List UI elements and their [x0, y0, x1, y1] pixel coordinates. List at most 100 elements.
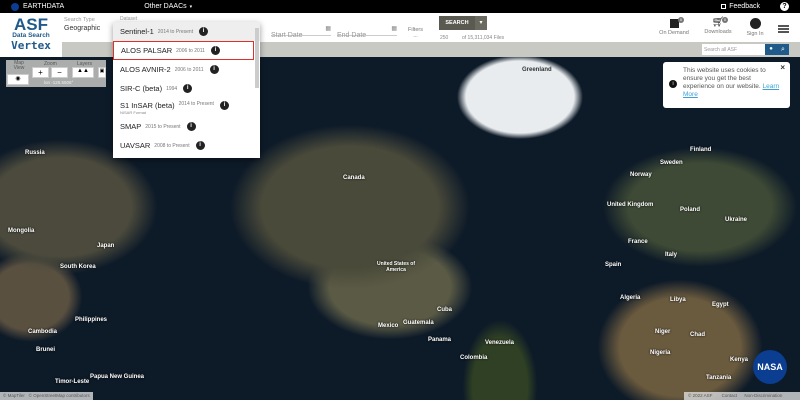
- map-label: Sweden: [660, 160, 683, 166]
- map-label: Egypt: [712, 302, 729, 308]
- nasa-meatball-icon: [11, 2, 19, 11]
- search-options-button[interactable]: ▾: [475, 16, 487, 30]
- non-discrimination-link[interactable]: Non-Discrimination: [744, 393, 782, 398]
- dataset-option-smap[interactable]: SMAP 2015 to Present i: [113, 117, 260, 136]
- dataset-option-alos-palsar[interactable]: ALOS PALSAR 2006 to 2011 i: [113, 41, 254, 60]
- map-label: Tanzania: [706, 375, 732, 381]
- dataset-option-uavsar[interactable]: UAVSAR 2008 to Present i: [113, 136, 260, 155]
- user-icon: [749, 18, 761, 29]
- close-icon[interactable]: ×: [780, 64, 785, 72]
- end-date-placeholder: End Date: [337, 32, 367, 39]
- map-label: Greenland: [522, 67, 552, 73]
- footer-links: © 2022 ASF Contact Non-Discrimination: [684, 392, 800, 400]
- contact-link[interactable]: Contact: [722, 393, 738, 398]
- map-label: Cuba: [437, 307, 452, 313]
- asf-logo[interactable]: ASF Data Search Vertex: [0, 13, 62, 57]
- zoom-in-button[interactable]: +: [32, 67, 49, 78]
- dataset-years: 2006 to 2011: [176, 47, 205, 54]
- cookie-notice: i This website uses cookies to ensure yo…: [663, 62, 790, 108]
- map-label: Venezuela: [485, 340, 515, 346]
- dataset-dropdown[interactable]: Sentinel-1 2014 to Present i ALOS PALSAR 20…: [113, 22, 260, 158]
- map-label: Papua New Guinea: [90, 374, 145, 380]
- calendar-icon[interactable]: ▦: [391, 25, 397, 32]
- sign-in-button[interactable]: Sign In: [742, 17, 768, 37]
- map-label: Timor-Leste: [55, 379, 90, 385]
- search-icon[interactable]: ⌕: [777, 44, 789, 55]
- search-type-select[interactable]: Search Type Geographic: [64, 17, 114, 32]
- file-count: of 15,311,034 Files: [462, 35, 505, 41]
- dataset-years: 2014 to Present: [178, 101, 214, 107]
- info-icon[interactable]: i: [183, 84, 193, 93]
- cart-icon: 🛒︎: [711, 17, 725, 28]
- map-label: Mongolia: [8, 228, 35, 234]
- map-label: Colombia: [460, 355, 488, 361]
- map-label: United States of America: [376, 261, 416, 273]
- map-attribution: © MapTiler © OpenStreetMap contributors: [0, 392, 93, 400]
- hamburger-menu-icon[interactable]: [778, 25, 789, 33]
- end-date-input[interactable]: End Date ▦: [337, 24, 397, 39]
- map-label: Canada: [343, 175, 365, 181]
- info-icon[interactable]: i: [186, 122, 196, 131]
- map-label: Algeria: [620, 295, 641, 301]
- map-label: Philippines: [75, 317, 108, 323]
- map-label: Poland: [680, 207, 701, 213]
- earthdata-link[interactable]: EARTHDATA: [23, 3, 64, 10]
- other-daacs-menu[interactable]: Other DAACs: [144, 3, 186, 10]
- zoom-out-button[interactable]: −: [51, 67, 68, 78]
- on-demand-badge: 0: [678, 17, 684, 23]
- microphone-icon[interactable]: ●: [765, 44, 777, 55]
- search-type-value: Geographic: [64, 25, 101, 32]
- dataset-option-sentinel-1[interactable]: Sentinel-1 2014 to Present i: [113, 22, 260, 41]
- fullscreen-button[interactable]: ▣: [98, 67, 106, 78]
- sign-in-label: Sign In: [746, 31, 764, 37]
- map-label: South Korea: [60, 264, 96, 270]
- map-label: Cambodia: [28, 329, 58, 335]
- dataset-option-sir-c[interactable]: SIR-C (beta) 1994 i: [113, 79, 260, 98]
- map-label: France: [628, 239, 648, 245]
- map-label: Mexico: [378, 323, 399, 329]
- dataset-years: 2015 to Present: [145, 123, 181, 130]
- top-bar: EARTHDATA Other DAACs ▾ Feedback ?: [0, 0, 800, 13]
- coordinates-readout: lon -125.5506°: [44, 80, 74, 85]
- downloads-button[interactable]: 🛒︎ Downloads 0: [700, 17, 736, 35]
- dataset-years: 1994: [166, 85, 178, 92]
- dataset-subtitle: NISAR Format: [120, 110, 147, 115]
- map-label: Ukraine: [725, 217, 748, 223]
- max-results-select[interactable]: 250: [440, 35, 448, 41]
- copyright: © 2022 ASF: [688, 393, 713, 398]
- search-type-label: Search Type: [64, 17, 95, 23]
- info-icon: i: [669, 80, 677, 88]
- dropdown-scrollbar[interactable]: [255, 28, 259, 88]
- info-icon[interactable]: i: [195, 141, 205, 150]
- filters-button[interactable]: Filters...: [408, 27, 423, 39]
- map-view-button[interactable]: ◉: [7, 74, 29, 85]
- dataset-option-s1-insar[interactable]: S1 InSAR (beta) 2014 to Present i NISAR For…: [113, 98, 260, 117]
- search-button[interactable]: SEARCH: [439, 16, 475, 30]
- dataset-name: UAVSAR: [120, 141, 151, 150]
- map-label: Japan: [97, 243, 115, 249]
- on-demand-button[interactable]: On Demand 0: [656, 17, 692, 36]
- caret-down-icon: ▾: [189, 3, 193, 10]
- map-label: Niger: [655, 329, 671, 335]
- map-label: Russia: [25, 150, 45, 156]
- help-icon[interactable]: ?: [780, 2, 789, 11]
- map-label: Chad: [690, 332, 705, 338]
- feedback-link[interactable]: Feedback: [729, 3, 760, 10]
- layers-button[interactable]: ▲▲: [72, 67, 94, 78]
- more-icon: ...: [413, 33, 418, 39]
- info-icon[interactable]: i: [210, 46, 220, 55]
- calendar-icon[interactable]: ▦: [325, 25, 331, 32]
- site-search-input[interactable]: Search all ASF: [702, 44, 765, 55]
- start-date-input[interactable]: Start Date ▦: [271, 24, 331, 39]
- dataset-option-alos-avnir-2[interactable]: ALOS AVNIR-2 2006 to 2011 i: [113, 60, 260, 79]
- feedback-icon: [721, 4, 727, 9]
- dataset-name: S1 InSAR (beta): [120, 101, 175, 110]
- map-label: Brunei: [36, 347, 56, 353]
- logo-asf: ASF: [14, 15, 48, 34]
- info-icon[interactable]: i: [219, 101, 229, 110]
- info-icon[interactable]: i: [199, 27, 209, 36]
- info-icon[interactable]: i: [209, 65, 219, 74]
- dataset-name: Sentinel-1: [120, 27, 154, 36]
- downloads-label: Downloads: [704, 29, 732, 35]
- map-label: Kenya: [730, 357, 749, 363]
